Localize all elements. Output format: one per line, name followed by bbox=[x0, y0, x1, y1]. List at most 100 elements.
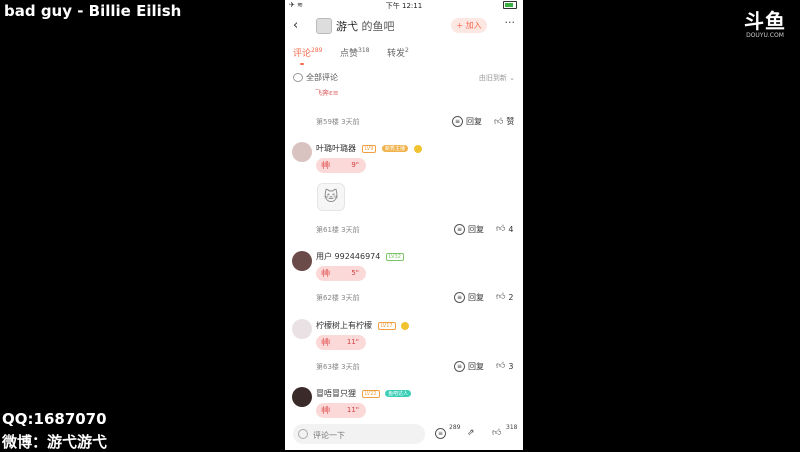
top-nav: ‹ 游弋 的鱼吧 + 加入 ··· bbox=[285, 14, 523, 38]
reply-label: 回复 bbox=[468, 362, 484, 371]
avatar[interactable] bbox=[292, 142, 312, 162]
voice-wave-icon: ı|ıl|ı bbox=[321, 337, 330, 346]
like-count: 4 bbox=[508, 224, 514, 234]
tab-comments-count: 289 bbox=[311, 47, 323, 54]
like-count: 3 bbox=[508, 361, 514, 371]
reply-icon: ≡ bbox=[452, 116, 463, 127]
voice-duration: 9" bbox=[351, 161, 359, 169]
group-suffix: 的鱼吧 bbox=[361, 20, 395, 33]
comment-bubble-icon bbox=[293, 73, 303, 82]
reply-button[interactable]: ≡ 回复 bbox=[454, 224, 484, 235]
comment-input-wrapper[interactable] bbox=[293, 424, 425, 444]
username: 叶璐叶璐器 bbox=[316, 144, 356, 153]
tab-shares-count: 2 bbox=[405, 47, 409, 54]
song-title-overlay: bad guy - Billie Eilish bbox=[4, 2, 182, 20]
like-button[interactable]: 👍︎ 4 bbox=[496, 224, 514, 234]
reply-button[interactable]: ≡ 回复 bbox=[454, 361, 484, 372]
voice-wave-icon: ı|ıl|ı bbox=[321, 268, 330, 277]
all-comments-label: 全部评论 bbox=[306, 73, 338, 82]
reply-icon: ≡ bbox=[454, 224, 465, 235]
voice-duration: 5" bbox=[351, 269, 359, 277]
comment-icon: ≡ bbox=[435, 428, 446, 439]
voice-message[interactable]: ı|ıl|ı 11" bbox=[316, 403, 366, 418]
comments-header: 全部评论 由旧到新 ⌄ bbox=[285, 71, 523, 85]
tab-comments[interactable]: 评论289 bbox=[293, 46, 322, 59]
tab-shares-label: 转发 bbox=[387, 49, 406, 59]
avatar[interactable] bbox=[292, 387, 312, 407]
comment-meta: 第63楼 3天前 bbox=[316, 363, 360, 371]
thumbs-up-icon: 👍︎ bbox=[496, 361, 506, 371]
username: 冒唔冒只狸 bbox=[316, 389, 356, 398]
voice-duration: 11" bbox=[346, 406, 359, 414]
weibo-overlay: 微博：游弋游弋 bbox=[2, 433, 108, 451]
level-badge: LV17 bbox=[377, 321, 396, 330]
comment-author[interactable]: 冒唔冒只狸 LV22 鱼吧达人 bbox=[316, 388, 412, 399]
like-label: 赞 bbox=[506, 117, 515, 126]
phone-screen: ✈ ︎≋ 下午 12:11 ‹ 游弋 的鱼吧 + 加入 ··· 评论289 点赞… bbox=[285, 0, 523, 450]
partial-comment-text: 飞奔ε≡ bbox=[315, 89, 339, 97]
status-bar: ✈ ︎≋ 下午 12:11 bbox=[285, 0, 523, 12]
douyu-logo: 斗鱼 DOUYU.COM bbox=[740, 10, 790, 40]
tab-likes[interactable]: 点赞318 bbox=[340, 46, 369, 59]
like-button[interactable]: 👍︎ 2 bbox=[496, 292, 514, 302]
voice-wave-icon: ı|ıl|ı bbox=[321, 405, 330, 414]
comment-count: 289 bbox=[449, 424, 461, 431]
reply-label: 回复 bbox=[468, 293, 484, 302]
sort-dropdown[interactable]: 由旧到新 ⌄ bbox=[479, 73, 515, 83]
level-badge: LV9 bbox=[361, 144, 377, 153]
like-count: 318 bbox=[506, 424, 518, 431]
voice-wave-icon: ı|ıl|ı bbox=[321, 160, 330, 169]
comment-meta: 第59楼 3天前 bbox=[316, 118, 360, 126]
bottom-bar: ≡ 289 ⇗ 👍︎ 318 bbox=[285, 420, 523, 450]
reply-label: 回复 bbox=[466, 117, 482, 126]
sort-label: 由旧到新 bbox=[478, 74, 507, 82]
group-name: 游弋 bbox=[336, 20, 358, 33]
reply-button[interactable]: ≡ 回复 bbox=[454, 292, 484, 303]
avatar[interactable] bbox=[292, 319, 312, 339]
comment-author[interactable]: 用户 992446974 LV32 bbox=[316, 251, 404, 262]
battery-icon bbox=[503, 1, 517, 9]
active-tab-indicator bbox=[300, 63, 304, 65]
reply-label: 回复 bbox=[468, 225, 484, 234]
comment-count-button[interactable]: ≡ bbox=[435, 428, 449, 439]
coin-icon bbox=[413, 144, 422, 153]
thumbs-up-icon: 👍︎ bbox=[496, 224, 506, 234]
reply-icon: ≡ bbox=[454, 361, 465, 372]
voice-message[interactable]: ı|ıl|ı 9" bbox=[316, 158, 366, 173]
status-time: 下午 12:11 bbox=[385, 2, 423, 10]
username: 柠檬树上有柠檬 bbox=[316, 321, 372, 330]
page-title: 游弋 的鱼吧 bbox=[336, 18, 395, 34]
more-icon[interactable]: ··· bbox=[505, 16, 516, 29]
comment-meta: 第62楼 3天前 bbox=[316, 294, 360, 302]
comment-emoji-icon bbox=[298, 429, 308, 439]
comment-meta: 第61楼 3天前 bbox=[316, 226, 360, 234]
tab-shares[interactable]: 转发2 bbox=[387, 46, 409, 59]
reply-button[interactable]: ≡ 回复 bbox=[452, 116, 482, 127]
group-avatar[interactable] bbox=[316, 18, 332, 34]
back-arrow-icon[interactable]: ‹ bbox=[293, 18, 298, 33]
like-count: 2 bbox=[508, 292, 514, 302]
thumbs-up-icon: 👍︎ bbox=[494, 116, 504, 127]
thumbs-up-icon: 👍︎ bbox=[492, 428, 502, 438]
title-badge: 新秀主播 bbox=[381, 145, 408, 152]
sticker-image[interactable]: 🐱︎ bbox=[317, 183, 345, 211]
title-badge: 鱼吧达人 bbox=[385, 390, 412, 397]
tab-likes-count: 318 bbox=[358, 47, 370, 54]
comment-author[interactable]: 柠檬树上有柠檬 LV17 bbox=[316, 320, 410, 331]
comment-author[interactable]: 叶璐叶璐器 LV9 新秀主播 bbox=[316, 143, 422, 154]
like-button[interactable]: 👍︎ 3 bbox=[496, 361, 514, 371]
bottom-like-button[interactable]: 👍︎ bbox=[492, 428, 501, 438]
level-badge: LV32 bbox=[385, 252, 404, 261]
like-button[interactable]: 👍︎ 赞 bbox=[494, 116, 514, 127]
avatar[interactable] bbox=[292, 251, 312, 271]
douyu-logo-main: 斗鱼 bbox=[744, 9, 786, 33]
comment-input[interactable] bbox=[311, 426, 423, 444]
join-button[interactable]: + 加入 bbox=[451, 18, 487, 33]
level-badge: LV22 bbox=[361, 389, 380, 398]
tab-bar: 评论289 点赞318 转发2 bbox=[285, 46, 523, 66]
qq-overlay: QQ:1687070 bbox=[2, 410, 107, 428]
voice-message[interactable]: ı|ıl|ı 11" bbox=[316, 335, 366, 350]
share-icon[interactable]: ⇗ bbox=[467, 428, 475, 438]
voice-duration: 11" bbox=[346, 338, 359, 346]
voice-message[interactable]: ı|ıl|ı 5" bbox=[316, 266, 366, 281]
